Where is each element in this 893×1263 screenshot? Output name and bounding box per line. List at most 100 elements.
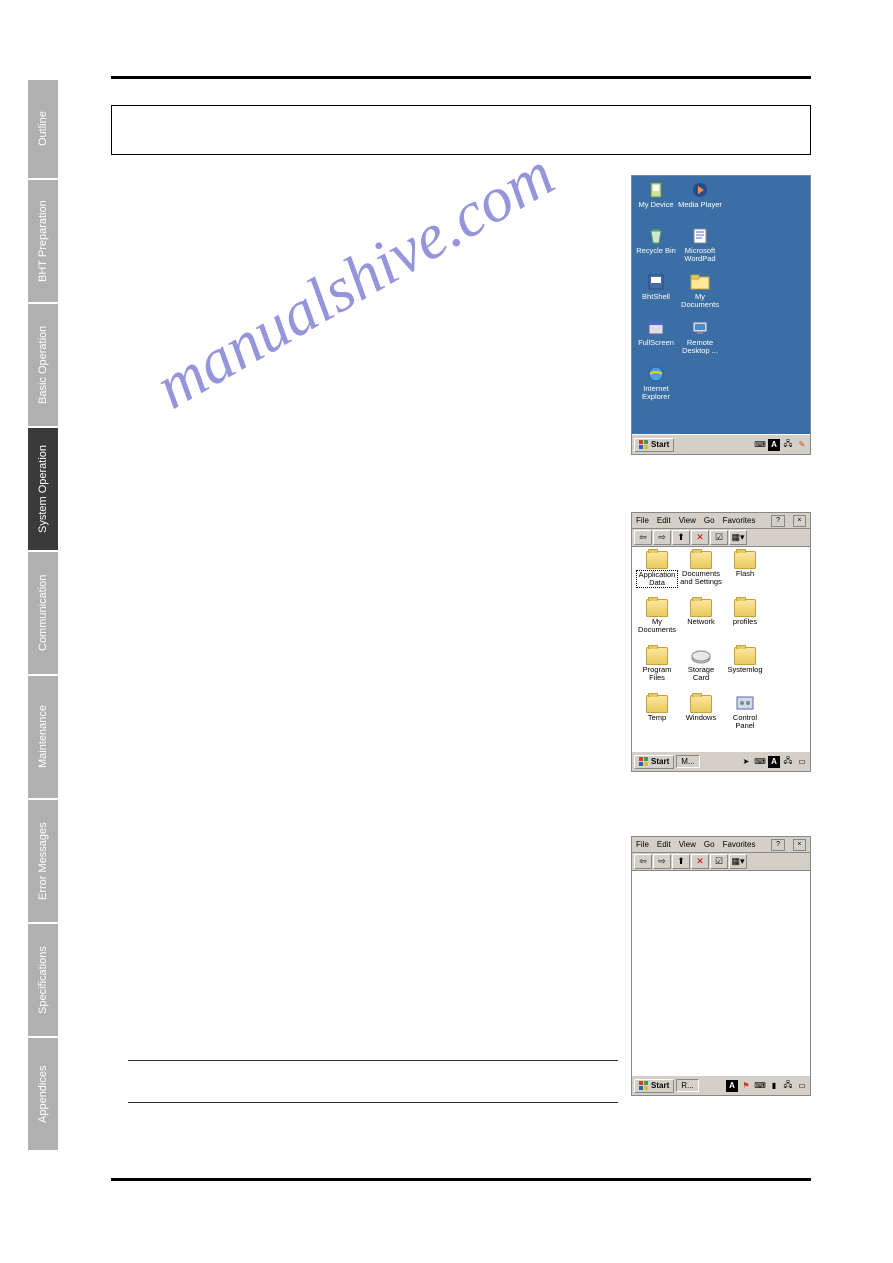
- windows-logo-icon: [639, 440, 649, 450]
- close-button[interactable]: ×: [793, 839, 806, 851]
- watermark: manualshive.com: [143, 137, 566, 424]
- tray-battery-icon[interactable]: ▮: [768, 1080, 780, 1092]
- up-button[interactable]: ⬆: [672, 530, 690, 545]
- content-box: [111, 105, 811, 155]
- desktop-screenshot: My Device Recycle Bin BhtShell FullScree…: [631, 175, 811, 455]
- menu-go[interactable]: Go: [704, 516, 715, 525]
- tray-flag-icon[interactable]: ⚑: [740, 1080, 752, 1092]
- desktop-icon-grid: My Device Recycle Bin BhtShell FullScree…: [632, 176, 810, 434]
- sidebar-tab-system-operation[interactable]: System Operation: [28, 428, 58, 550]
- tray-network-icon[interactable]: 🖧: [782, 756, 794, 768]
- tray-desktop-icon[interactable]: ▭: [796, 1080, 808, 1092]
- sidebar-tab-maintenance[interactable]: Maintenance: [28, 676, 58, 798]
- drive-storage-card[interactable]: Storage Card: [680, 647, 722, 691]
- desktop-icon-media-player[interactable]: Media Player: [678, 180, 722, 224]
- folder-windows[interactable]: Windows: [680, 695, 722, 739]
- properties-button[interactable]: ☑: [710, 854, 728, 869]
- desktop-icon-bhtshell[interactable]: BhtShell: [634, 272, 678, 316]
- up-button[interactable]: ⬆: [672, 854, 690, 869]
- menu-view[interactable]: View: [679, 516, 696, 525]
- start-button[interactable]: Start: [634, 755, 674, 769]
- bhtshell-icon: [646, 272, 666, 292]
- menubar: File Edit View Go Favorites ? ×: [632, 513, 810, 529]
- sidebar-tab-bht-preparation[interactable]: BHT Preparation: [28, 180, 58, 302]
- tray-network-icon[interactable]: 🖧: [782, 1080, 794, 1092]
- start-button[interactable]: Start: [634, 438, 674, 452]
- sidebar-tab-outline[interactable]: Outline: [28, 80, 58, 178]
- tray-ime-indicator[interactable]: A: [726, 1080, 738, 1092]
- back-button[interactable]: ⇦: [634, 530, 652, 545]
- sidebar-tab-appendices[interactable]: Appendices: [28, 1038, 58, 1150]
- forward-button[interactable]: ⇨: [653, 854, 671, 869]
- folder-systemlog[interactable]: Systemlog: [724, 647, 766, 691]
- folder-icon: [690, 695, 712, 713]
- menu-edit[interactable]: Edit: [657, 840, 671, 849]
- desktop-icon-remote-desktop[interactable]: Remote Desktop ...: [678, 318, 722, 362]
- help-button[interactable]: ?: [771, 839, 784, 851]
- taskbar-item[interactable]: M...: [676, 755, 699, 768]
- divider: [128, 1102, 618, 1103]
- tray-pen-icon[interactable]: ✎: [796, 439, 808, 451]
- control-panel-item[interactable]: Control Panel: [724, 695, 766, 739]
- close-button[interactable]: ×: [793, 515, 806, 527]
- taskbar: Start R... A ⚑ ⌨ ▮ 🖧 ▭: [632, 1075, 810, 1095]
- tray-keyboard-icon[interactable]: ⌨: [754, 756, 766, 768]
- forward-button[interactable]: ⇨: [653, 530, 671, 545]
- folder-temp[interactable]: Temp: [636, 695, 678, 739]
- tray-ime-indicator[interactable]: A: [768, 439, 780, 451]
- menu-file[interactable]: File: [636, 840, 649, 849]
- tray-keyboard-icon[interactable]: ⌨: [754, 439, 766, 451]
- delete-button[interactable]: ✕: [691, 530, 709, 545]
- start-button[interactable]: Start: [634, 1079, 674, 1093]
- back-button[interactable]: ⇦: [634, 854, 652, 869]
- sidebar-tab-communication[interactable]: Communication: [28, 552, 58, 674]
- tray-keyboard-icon[interactable]: ⌨: [754, 1080, 766, 1092]
- folder-network[interactable]: Network: [680, 599, 722, 643]
- system-tray: ➤ ⌨ A 🖧 ▭: [740, 756, 808, 768]
- desktop-icon-wordpad[interactable]: Microsoft WordPad: [678, 226, 722, 270]
- desktop-icon-my-device[interactable]: My Device: [634, 180, 678, 224]
- control-panel-icon: [734, 695, 756, 713]
- folder-application-data[interactable]: Application Data: [636, 551, 678, 595]
- folder-documents-settings[interactable]: Documents and Settings: [680, 551, 722, 595]
- recycle-bin-icon: [646, 226, 666, 246]
- taskbar-item[interactable]: R...: [676, 1079, 698, 1092]
- sidebar-tab-basic-operation[interactable]: Basic Operation: [28, 304, 58, 426]
- folder-my-documents[interactable]: My Documents: [636, 599, 678, 643]
- remote-desktop-icon: [690, 318, 710, 338]
- folder-profiles[interactable]: profiles: [724, 599, 766, 643]
- taskbar: Start ⌨ A 🖧 ✎: [632, 434, 810, 454]
- menu-favorites[interactable]: Favorites: [723, 516, 756, 525]
- views-button[interactable]: ▦▾: [729, 854, 747, 869]
- folder-icon: [690, 551, 712, 569]
- tray-arrow-icon[interactable]: ➤: [740, 756, 752, 768]
- tray-ime-indicator[interactable]: A: [768, 756, 780, 768]
- tray-network-icon[interactable]: 🖧: [782, 439, 794, 451]
- menu-go[interactable]: Go: [704, 840, 715, 849]
- system-tray: A ⚑ ⌨ ▮ 🖧 ▭: [726, 1080, 808, 1092]
- menu-file[interactable]: File: [636, 516, 649, 525]
- folder-flash[interactable]: Flash: [724, 551, 766, 595]
- delete-button[interactable]: ✕: [691, 854, 709, 869]
- desktop-icon-my-documents[interactable]: My Documents: [678, 272, 722, 316]
- desktop-icon-internet-explorer[interactable]: Internet Explorer: [634, 364, 678, 408]
- explorer-screenshot-1: File Edit View Go Favorites ? × ⇦ ⇨ ⬆ ✕ …: [631, 512, 811, 772]
- drive-icon: [690, 647, 712, 665]
- system-tray: ⌨ A 🖧 ✎: [754, 439, 808, 451]
- sidebar-tab-specifications[interactable]: Specifications: [28, 924, 58, 1036]
- folder-program-files[interactable]: Program Files: [636, 647, 678, 691]
- folder-icon: [646, 599, 668, 617]
- help-button[interactable]: ?: [771, 515, 784, 527]
- desktop-icon-fullscreen[interactable]: FullScreen: [634, 318, 678, 362]
- tray-desktop-icon[interactable]: ▭: [796, 756, 808, 768]
- views-button[interactable]: ▦▾: [729, 530, 747, 545]
- desktop-icon-recycle-bin[interactable]: Recycle Bin: [634, 226, 678, 270]
- menu-view[interactable]: View: [679, 840, 696, 849]
- menu-edit[interactable]: Edit: [657, 516, 671, 525]
- properties-button[interactable]: ☑: [710, 530, 728, 545]
- menu-favorites[interactable]: Favorites: [723, 840, 756, 849]
- folder-icon: [690, 272, 710, 292]
- folder-icon: [734, 551, 756, 569]
- page-rule-top: [111, 76, 811, 79]
- sidebar-tab-error-messages[interactable]: Error Messages: [28, 800, 58, 922]
